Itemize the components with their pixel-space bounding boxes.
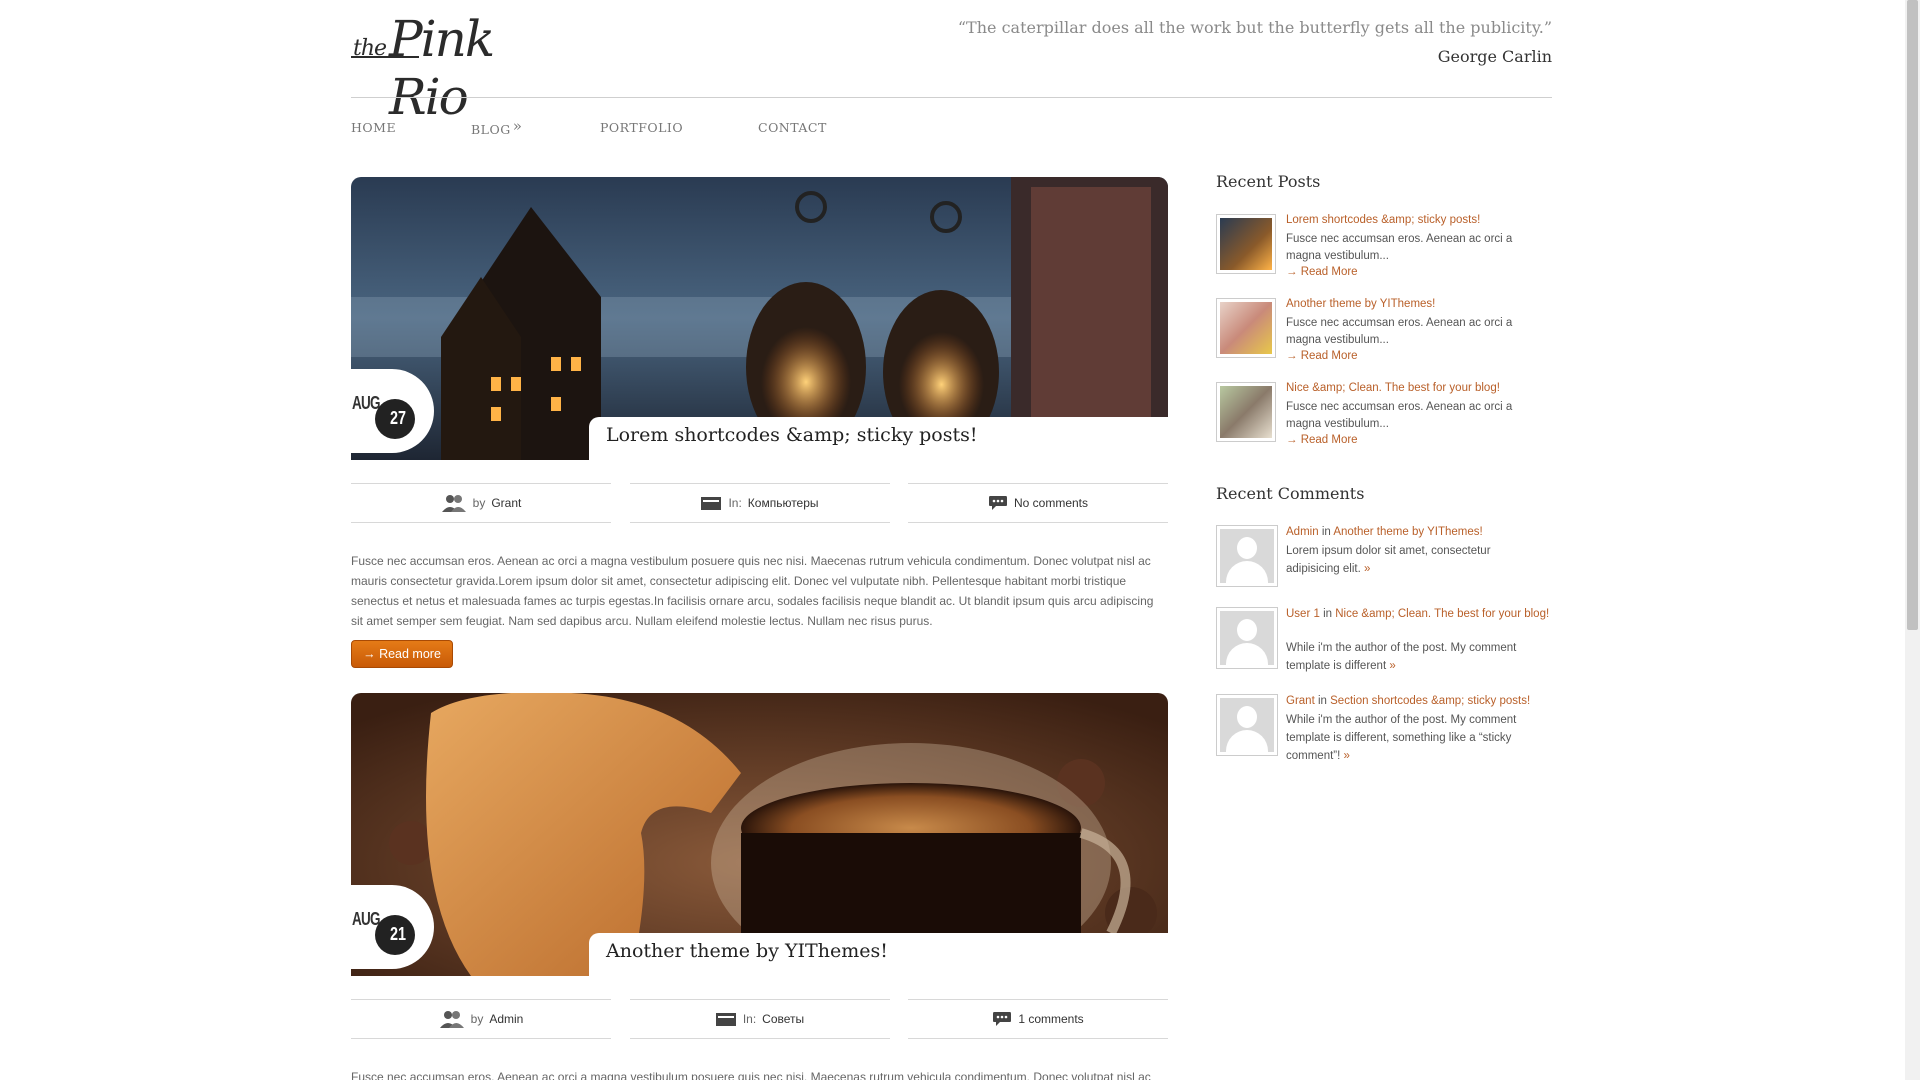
- recent-posts-title: Recent Posts: [1216, 172, 1321, 191]
- comment-icon: [993, 1012, 1012, 1026]
- recent-post-read-more[interactable]: → Read More: [1286, 350, 1358, 362]
- comment-header: Admin in Another theme by YIThemes!: [1286, 525, 1552, 540]
- comment-body: Lorem ipsum dolor sit amet, consectetur …: [1286, 545, 1491, 575]
- comment-header: Grant in Section shortcodes &amp; sticky…: [1286, 694, 1552, 709]
- page-scrollbar[interactable]: [1905, 0, 1920, 1080]
- comment-more-link[interactable]: »: [1364, 563, 1370, 575]
- logo-underline: [351, 56, 419, 58]
- recent-post-excerpt: Fusce nec accumsan eros. Aenean ac orci …: [1286, 317, 1513, 346]
- users-icon: [441, 495, 466, 512]
- comment-author[interactable]: Grant: [1286, 695, 1315, 707]
- comments-link[interactable]: 1 comments: [1018, 1012, 1083, 1026]
- avatar: [1216, 607, 1278, 669]
- meta-comments: No comments: [908, 483, 1168, 523]
- recent-post-item: Another theme by YIThemes! Fusce nec acc…: [1216, 298, 1552, 378]
- comment-body: While i'm the author of the post. My com…: [1286, 642, 1517, 672]
- post-excerpt: Fusce nec accumsan eros. Aenean ac orci …: [351, 554, 1154, 628]
- quote-author: George Carlin: [1437, 47, 1552, 66]
- post-meta: by Grant In: Компьютеры No comments: [351, 483, 1168, 523]
- recent-comments-title: Recent Comments: [1216, 484, 1365, 503]
- comment-more-link[interactable]: »: [1344, 750, 1350, 762]
- in-prefix: In:: [742, 1012, 757, 1026]
- date-day: 21: [389, 924, 407, 944]
- comment-author[interactable]: User 1: [1286, 608, 1320, 620]
- recent-post-link[interactable]: Nice &amp; Clean. The best for your blog…: [1286, 382, 1500, 394]
- post-thumbnail[interactable]: [1216, 298, 1276, 358]
- by-prefix: by: [470, 1012, 484, 1026]
- comment-icon: [988, 496, 1007, 510]
- meta-comments: 1 comments: [908, 999, 1168, 1039]
- submenu-arrow-icon: »: [512, 117, 523, 135]
- nav-blog-label: BLOG: [471, 122, 511, 137]
- recent-post-read-more[interactable]: → Read More: [1286, 434, 1358, 446]
- in-prefix: In:: [728, 496, 742, 510]
- comment-more-link[interactable]: »: [1389, 660, 1395, 672]
- comment-in: in: [1317, 695, 1327, 707]
- comment-in: in: [1321, 526, 1331, 538]
- post-thumbnail[interactable]: [1216, 382, 1276, 442]
- author-link[interactable]: Grant: [491, 496, 521, 510]
- main-nav: HOME BLOG» PORTFOLIO CONTACT: [351, 117, 827, 138]
- comment-post-link[interactable]: Nice &amp; Clean. The best for your blog…: [1335, 608, 1549, 620]
- author-link[interactable]: Admin: [489, 1012, 523, 1026]
- comment-in: in: [1323, 608, 1333, 620]
- comment-text: While i'm the author of the post. My com…: [1286, 711, 1542, 765]
- comment-body: While i'm the author of the post. My com…: [1286, 714, 1517, 762]
- meta-category: In: Компьютеры: [629, 483, 890, 523]
- recent-post-read-more[interactable]: → Read More: [1286, 266, 1358, 278]
- comment-header: User 1 in Nice &amp; Clean. The best for…: [1286, 607, 1552, 622]
- recent-post-excerpt: Fusce nec accumsan eros. Aenean ac orci …: [1286, 401, 1513, 430]
- recent-post-item: Nice &amp; Clean. The best for your blog…: [1216, 382, 1552, 462]
- header-quote: “The caterpillar does all the work but t…: [958, 18, 1552, 66]
- comment-text: While i'm the author of the post. My com…: [1286, 639, 1542, 675]
- meta-author: by Grant: [351, 483, 611, 523]
- logo-name: Pink Rio: [389, 10, 495, 126]
- recent-post-link[interactable]: Another theme by YIThemes!: [1286, 298, 1435, 310]
- meta-category: In: Советы: [629, 999, 890, 1039]
- header-divider: [351, 97, 1552, 98]
- category-link[interactable]: Компьютеры: [748, 496, 819, 510]
- users-icon: [439, 1011, 464, 1028]
- scrollbar-thumb[interactable]: [1907, 0, 1918, 630]
- comment-post-link[interactable]: Another theme by YIThemes!: [1333, 526, 1482, 538]
- nav-home[interactable]: HOME: [351, 120, 471, 138]
- date-day: 27: [389, 408, 407, 428]
- post-meta: by Admin In: Советы 1 comments: [351, 999, 1168, 1039]
- folder-icon: [715, 1013, 736, 1026]
- recent-post-excerpt: Fusce nec accumsan eros. Aenean ac orci …: [1286, 233, 1513, 262]
- by-prefix: by: [472, 496, 486, 510]
- meta-author: by Admin: [351, 999, 611, 1039]
- avatar: [1216, 525, 1278, 587]
- nav-contact[interactable]: CONTACT: [758, 120, 827, 138]
- recent-post-item: Lorem shortcodes &amp; sticky posts! Fus…: [1216, 214, 1552, 294]
- page-wrapper: the Pink Rio “The caterpillar does all t…: [350, 0, 1552, 1080]
- comment-post-link[interactable]: Section shortcodes &amp; sticky posts!: [1330, 695, 1530, 707]
- nav-portfolio[interactable]: PORTFOLIO: [600, 120, 758, 138]
- post-title[interactable]: Lorem shortcodes &amp; sticky posts!: [606, 424, 977, 446]
- comment-author[interactable]: Admin: [1286, 526, 1319, 538]
- read-more-button[interactable]: → Read more: [351, 640, 453, 668]
- post-title[interactable]: Another theme by YIThemes!: [606, 940, 888, 962]
- site-logo[interactable]: the Pink Rio: [351, 10, 561, 126]
- post-excerpt: Fusce nec accumsan eros. Aenean ac orci …: [351, 1070, 1151, 1080]
- avatar: [1216, 694, 1278, 756]
- comments-link[interactable]: No comments: [1014, 496, 1088, 510]
- comment-text: Lorem ipsum dolor sit amet, consectetur …: [1286, 542, 1542, 578]
- quote-text: “The caterpillar does all the work but t…: [957, 18, 1552, 37]
- folder-icon: [701, 497, 722, 510]
- category-link[interactable]: Советы: [762, 1012, 804, 1026]
- post-thumbnail[interactable]: [1216, 214, 1276, 274]
- nav-blog[interactable]: BLOG»: [471, 117, 600, 138]
- recent-post-link[interactable]: Lorem shortcodes &amp; sticky posts!: [1286, 214, 1480, 226]
